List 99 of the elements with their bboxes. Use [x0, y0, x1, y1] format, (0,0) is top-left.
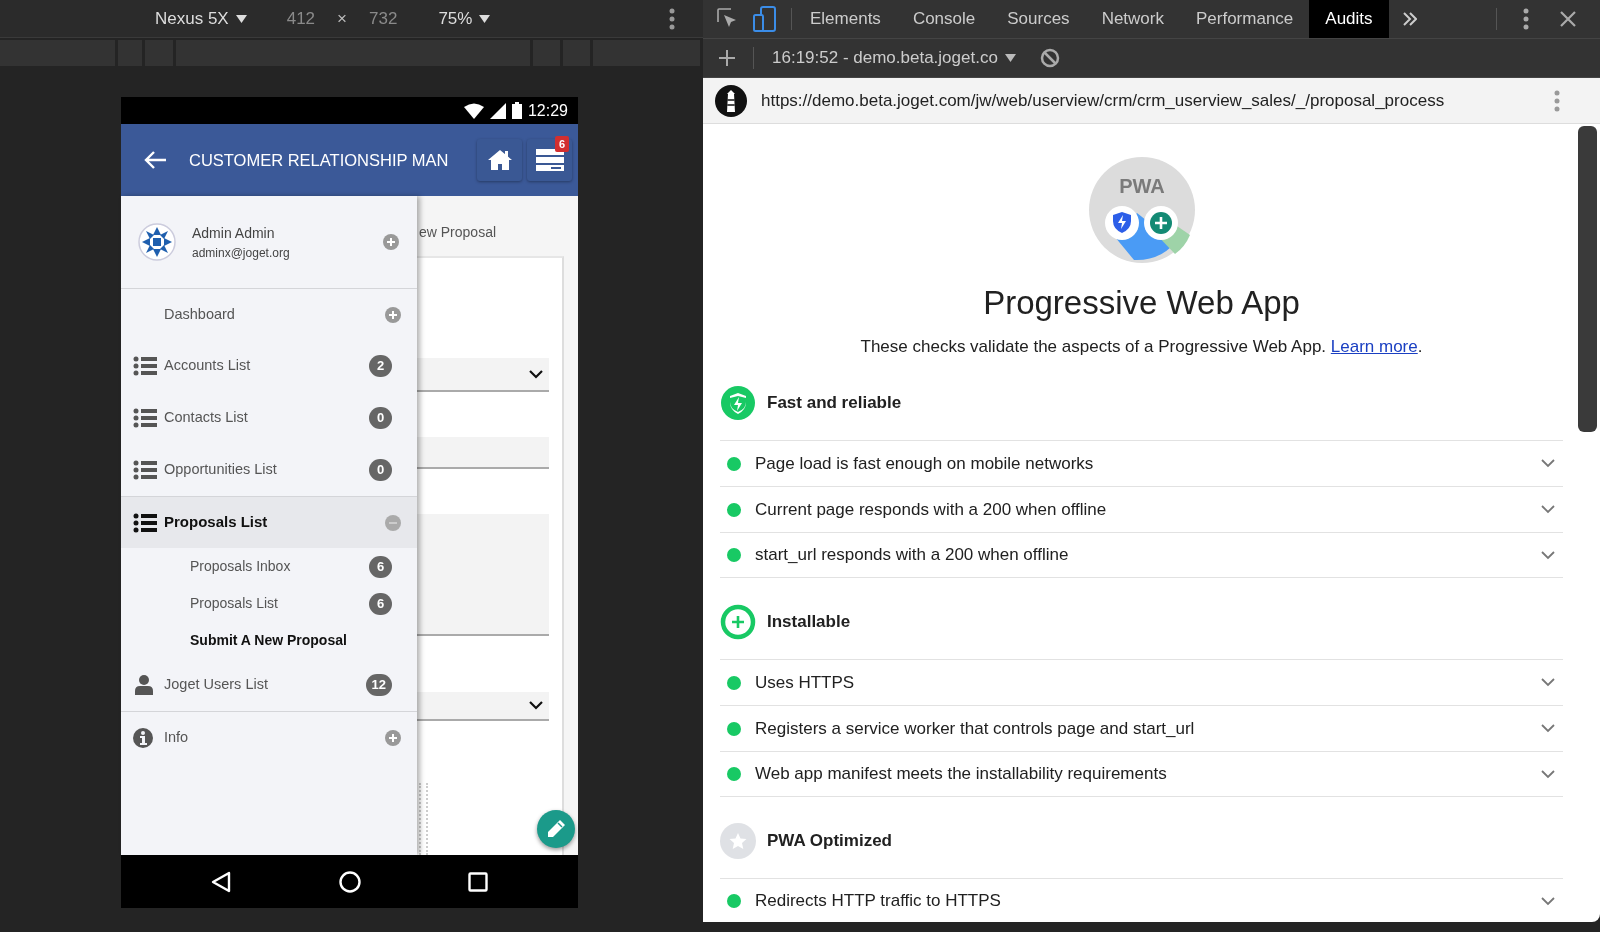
- more-tabs-icon[interactable]: [1402, 12, 1417, 26]
- plus-circle-icon: [720, 604, 756, 640]
- count-badge: 6: [369, 592, 392, 615]
- plus-circle-icon[interactable]: [385, 729, 401, 746]
- zoom-dropdown[interactable]: 75%: [438, 5, 491, 32]
- inbox-button[interactable]: 6: [527, 139, 572, 181]
- breadcrumb-text: ew Proposal: [418, 223, 498, 242]
- chevron-down-icon: [1541, 550, 1555, 560]
- audit-row[interactable]: Registers a service worker that controls page and start_url: [720, 705, 1563, 751]
- audit-row[interactable]: Uses HTTPS: [720, 659, 1563, 705]
- width-field[interactable]: 412: [286, 5, 316, 32]
- menu-item[interactable]: Dashboard: [121, 288, 417, 340]
- caret-icon: [479, 14, 491, 23]
- wifi-icon: [463, 102, 484, 119]
- list-icon: [133, 512, 157, 533]
- audit-row[interactable]: Redirects HTTP traffic to HTTPS: [720, 878, 1563, 922]
- chevron-down-icon: [1541, 505, 1555, 514]
- section-title: Fast and reliable: [767, 392, 902, 415]
- count-badge: 2: [369, 355, 392, 377]
- list-icon: [133, 460, 157, 480]
- clear-icon[interactable]: [1039, 48, 1060, 68]
- url-text: https://demo.beta.joget.com/jw/web/userview/crm/crm_userview_sales/_/proposal_process: [761, 89, 1446, 112]
- chevron-down-icon: [529, 369, 543, 379]
- list-icon: [133, 408, 157, 428]
- height-field[interactable]: 732: [369, 5, 398, 32]
- report-description: These checks validate the aspects of a Progressive Web App. Learn more.: [860, 336, 1423, 358]
- lighthouse-icon: [715, 84, 747, 117]
- menu-item[interactable]: Info: [121, 711, 417, 763]
- submenu-item[interactable]: Submit A New Proposal: [121, 622, 417, 659]
- section-title: PWA Optimized: [767, 830, 892, 853]
- app-title: CUSTOMER RELATIONSHIP MAN: [189, 149, 450, 171]
- avatar-icon: [138, 223, 176, 261]
- close-icon[interactable]: [1560, 11, 1576, 27]
- audit-row[interactable]: Page load is fast enough on mobile networks: [720, 440, 1563, 486]
- add-icon[interactable]: [719, 50, 735, 66]
- chevron-down-icon: [1541, 769, 1555, 779]
- count-badge: 6: [369, 555, 392, 578]
- pencil-icon: [546, 819, 566, 839]
- menu-item[interactable]: Accounts List 2: [121, 340, 417, 392]
- submenu-item[interactable]: Proposals Inbox 6: [121, 548, 417, 585]
- panel-tab[interactable]: Elements: [794, 0, 897, 38]
- input-field[interactable]: [417, 514, 549, 636]
- select-field[interactable]: [417, 358, 549, 392]
- menu-item[interactable]: Opportunities List 0: [121, 444, 417, 496]
- back-nav-icon[interactable]: [211, 870, 231, 893]
- times-sign: ×: [337, 7, 347, 30]
- home-button[interactable]: [477, 139, 522, 181]
- shield-bolt-icon: [720, 385, 756, 421]
- report-title: Progressive Web App: [983, 284, 1300, 321]
- back-arrow-icon[interactable]: [143, 150, 167, 170]
- audit-row[interactable]: Current page responds with a 200 when offline: [720, 486, 1563, 532]
- caret-icon: [1004, 54, 1016, 62]
- audit-row[interactable]: start_url responds with a 200 when offline: [720, 532, 1563, 578]
- more-icon[interactable]: [1523, 8, 1529, 30]
- scrollbar-thumb[interactable]: [1578, 126, 1597, 432]
- section-title: Installable: [767, 611, 851, 634]
- chevron-down-icon: [529, 701, 543, 710]
- count-badge: 12: [365, 674, 392, 696]
- plus-circle-icon[interactable]: [383, 234, 399, 250]
- audit-row[interactable]: Web app manifest meets the installability requirements: [720, 751, 1563, 797]
- menu-item[interactable]: Joget Users List 12: [121, 659, 417, 711]
- notification-badge: 6: [554, 136, 569, 152]
- select-field[interactable]: [417, 692, 549, 721]
- user-name: Admin Admin: [192, 223, 276, 243]
- home-icon: [486, 149, 513, 171]
- chevron-down-icon: [1541, 896, 1555, 906]
- user-email: adminx@joget.org: [192, 244, 291, 262]
- learn-more-link[interactable]: Learn more: [1330, 337, 1418, 356]
- panel-tab[interactable]: Console: [896, 0, 992, 38]
- more-icon[interactable]: [669, 7, 675, 30]
- plus-circle-icon[interactable]: [385, 306, 401, 323]
- stacked-bars-icon: [535, 149, 564, 171]
- menu-item[interactable]: Contacts List 0: [121, 392, 417, 444]
- logo-text: PWA: [1118, 175, 1165, 197]
- upload-area-edge: [419, 783, 428, 855]
- chevron-down-icon: [1541, 724, 1555, 733]
- chevron-down-icon: [1541, 678, 1555, 687]
- report-dropdown[interactable]: 16:19:52 - demo.beta.joget.co: [772, 45, 1016, 71]
- battery-icon: [511, 102, 522, 119]
- panel-tab[interactable]: Performance: [1180, 0, 1310, 38]
- caret-icon: [235, 14, 247, 23]
- more-icon[interactable]: [1554, 89, 1560, 112]
- signal-icon: [489, 102, 506, 119]
- count-badge: 0: [369, 459, 392, 481]
- chevron-down-icon: [1541, 459, 1555, 468]
- device-toggle-icon[interactable]: [753, 6, 777, 32]
- clock-text: 12:29: [527, 100, 568, 121]
- list-icon: [133, 356, 157, 376]
- recents-nav-icon[interactable]: [468, 871, 488, 892]
- panel-tab[interactable]: Network: [1085, 0, 1180, 38]
- submenu-item[interactable]: Proposals List 6: [121, 585, 417, 622]
- home-nav-icon[interactable]: [338, 870, 361, 893]
- panel-tab[interactable]: Audits: [1309, 0, 1389, 38]
- panel-tab[interactable]: Sources: [991, 0, 1086, 38]
- device-dropdown[interactable]: Nexus 5X: [155, 5, 247, 32]
- minus-circle-icon[interactable]: [385, 514, 401, 531]
- menu-item[interactable]: Proposals List: [121, 496, 417, 548]
- input-field[interactable]: [417, 437, 549, 469]
- count-badge: 0: [369, 407, 392, 429]
